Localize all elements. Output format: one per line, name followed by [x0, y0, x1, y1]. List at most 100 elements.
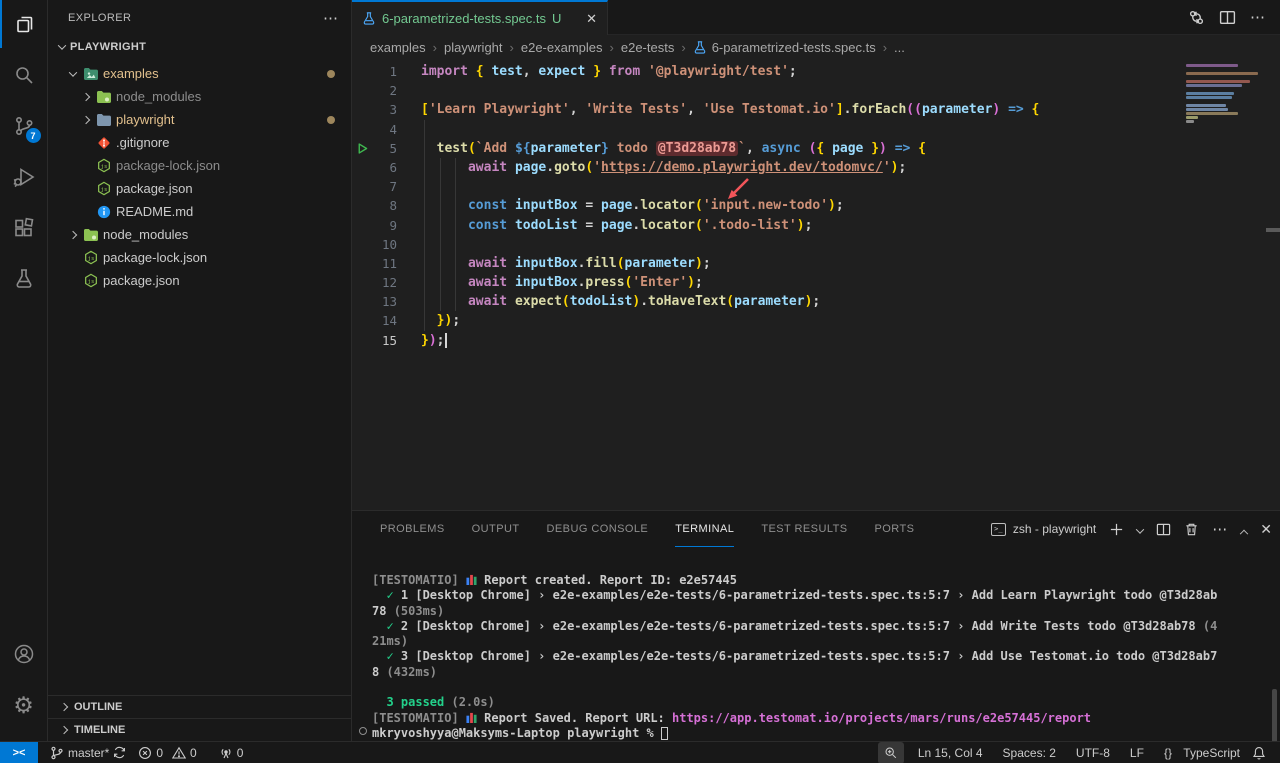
terminal-row: 21ms) — [372, 634, 1266, 649]
editor-scrollbar[interactable] — [1266, 228, 1280, 232]
run-test-icon[interactable] — [352, 139, 372, 158]
code-line-15[interactable]: 15}); — [352, 331, 1280, 350]
breadcrumb-item[interactable]: 6-parametrized-tests.spec.ts — [693, 40, 876, 55]
language-status[interactable]: {} TypeScript — [1158, 742, 1246, 763]
terminal-dropdown-icon[interactable] — [1137, 522, 1143, 537]
git-branch-status[interactable]: master* — [44, 742, 132, 763]
tree-item-package-json[interactable]: jspackage.json — [48, 177, 351, 200]
code-line-4[interactable]: 4 — [352, 120, 1280, 139]
zoom-status[interactable] — [878, 742, 904, 763]
outline-section[interactable]: OUTLINE — [48, 695, 351, 718]
broadcast-icon — [219, 746, 233, 760]
code-line-2[interactable]: 2 — [352, 81, 1280, 100]
ports-status[interactable]: 0 — [213, 742, 250, 763]
maximize-panel-icon[interactable] — [1241, 522, 1247, 537]
split-terminal-icon[interactable] — [1156, 522, 1171, 537]
testomatio-chart-icon — [466, 711, 477, 725]
kill-terminal-icon[interactable] — [1184, 522, 1199, 537]
minimap[interactable] — [1186, 64, 1262, 124]
code-line-14[interactable]: 14 }); — [352, 311, 1280, 330]
encoding-status[interactable]: UTF-8 — [1070, 742, 1116, 763]
code-line-5[interactable]: 5 test(`Add ${parameter} todo @T3d28ab78… — [352, 139, 1280, 158]
explorer-icon[interactable] — [0, 0, 48, 48]
terminal-output[interactable]: [TESTOMATIO] Report created. Report ID: … — [372, 573, 1266, 741]
line-number: 15 — [372, 331, 397, 350]
code-line-9[interactable]: 9 const todoList = page.locator('.todo-l… — [352, 216, 1280, 235]
code-line-8[interactable]: 8 const inputBox = page.locator('input.n… — [352, 196, 1280, 215]
settings-gear-icon[interactable]: ⚙ — [0, 681, 48, 729]
source-control-graph-icon[interactable] — [1188, 9, 1205, 26]
command-decoration-icon[interactable] — [359, 727, 367, 735]
panel-tab-output[interactable]: OUTPUT — [472, 511, 520, 547]
code-line-12[interactable]: 12 await inputBox.press('Enter'); — [352, 273, 1280, 292]
cursor-position-status[interactable]: Ln 15, Col 4 — [912, 742, 989, 763]
testing-icon[interactable] — [0, 255, 48, 303]
explorer-more-actions-icon[interactable]: ⋯ — [323, 9, 339, 27]
tree-item-label: examples — [103, 66, 159, 81]
source-control-icon[interactable]: 7 — [0, 102, 48, 150]
extensions-icon[interactable] — [0, 204, 48, 252]
new-terminal-icon[interactable] — [1109, 522, 1124, 537]
svg-text:js: js — [101, 187, 108, 193]
tree-item-playwright[interactable]: playwright — [48, 108, 351, 131]
tree-item-package-lock-json[interactable]: jspackage-lock.json — [48, 246, 351, 269]
bottom-panel: PROBLEMS OUTPUT DEBUG CONSOLE TERMINAL TEST … — [352, 510, 1280, 741]
tree-item-label: package.json — [103, 273, 180, 288]
panel-tab-terminal[interactable]: TERMINAL — [675, 511, 734, 547]
terminal-cursor — [661, 727, 668, 740]
tree-item-package-json[interactable]: jspackage.json — [48, 269, 351, 292]
notifications-bell-icon[interactable] — [1246, 742, 1272, 763]
tree-item-readme-md[interactable]: README.md — [48, 200, 351, 223]
breadcrumb-item[interactable]: playwright — [444, 40, 503, 55]
code-line-6[interactable]: 6 await page.goto('https://demo.playwrig… — [352, 158, 1280, 177]
close-tab-icon[interactable]: ✕ — [586, 11, 597, 27]
panel-tab-debug-console[interactable]: DEBUG CONSOLE — [547, 511, 649, 547]
report-url-link[interactable]: https://app.testomat.io/projects/mars/ru… — [672, 711, 1091, 725]
remote-indicator[interactable]: >< — [0, 742, 38, 763]
code-line-3[interactable]: 3['Learn Playwright', 'Write Tests', 'Us… — [352, 100, 1280, 119]
eol-status[interactable]: LF — [1124, 742, 1150, 763]
terminal-row: 3 passed (2.0s) — [372, 695, 1266, 710]
folder-ex-icon — [81, 67, 101, 81]
tree-item-package-lock-json[interactable]: jspackage-lock.json — [48, 154, 351, 177]
tab-spec-file[interactable]: 6-parametrized-tests.spec.ts U ✕ — [352, 0, 608, 35]
timeline-section[interactable]: TIMELINE — [48, 718, 351, 741]
tree-item--gitignore[interactable]: .gitignore — [48, 131, 351, 154]
tree-item-label: node_modules — [116, 89, 201, 104]
errors-icon — [138, 746, 152, 760]
code-line-10[interactable]: 10 — [352, 235, 1280, 254]
panel-tab-problems[interactable]: PROBLEMS — [380, 511, 445, 547]
code-line-11[interactable]: 11 await inputBox.fill(parameter); — [352, 254, 1280, 273]
close-panel-icon[interactable]: ✕ — [1260, 521, 1272, 538]
tree-item-node-modules[interactable]: node_modules — [48, 223, 351, 246]
panel-more-actions-icon[interactable]: ⋯ — [1212, 520, 1228, 538]
svg-text:js: js — [88, 256, 95, 262]
terminal-instance[interactable]: >_ zsh - playwright — [991, 522, 1096, 536]
indentation-status[interactable]: Spaces: 2 — [997, 742, 1062, 763]
breadcrumb: examples›playwright›e2e-examples›e2e-tes… — [352, 35, 1280, 60]
breadcrumb-item[interactable]: e2e-tests — [621, 40, 674, 55]
code-line-1[interactable]: 1import { test, expect } from '@playwrig… — [352, 62, 1280, 81]
breadcrumb-item[interactable]: ... — [894, 40, 905, 55]
tree-item-node-modules[interactable]: node_modules — [48, 85, 351, 108]
terminal-row: ✓ 1 [Desktop Chrome] › e2e-examples/e2e-… — [372, 588, 1266, 603]
code-line-7[interactable]: 7 — [352, 177, 1280, 196]
run-and-debug-icon[interactable] — [0, 153, 48, 201]
warnings-icon — [172, 746, 186, 760]
panel-tab-ports[interactable]: PORTS — [875, 511, 915, 547]
breadcrumb-item[interactable]: e2e-examples — [521, 40, 603, 55]
tree-item-label: package-lock.json — [116, 158, 220, 173]
terminal-row: ✓ 3 [Desktop Chrome] › e2e-examples/e2e-… — [372, 649, 1266, 664]
tree-item-examples[interactable]: examples — [48, 62, 351, 85]
code-editor[interactable]: 1import { test, expect } from '@playwrig… — [352, 60, 1280, 510]
workspace-section-header[interactable]: PLAYWRIGHT — [48, 35, 351, 58]
split-editor-icon[interactable] — [1219, 9, 1236, 26]
terminal-row: [TESTOMATIO] Report created. Report ID: … — [372, 573, 1266, 588]
panel-tab-test-results[interactable]: TEST RESULTS — [761, 511, 847, 547]
search-icon[interactable] — [0, 51, 48, 99]
problems-status[interactable]: 0 0 — [132, 742, 202, 763]
code-line-13[interactable]: 13 await expect(todoList).toHaveText(par… — [352, 292, 1280, 311]
breadcrumb-item[interactable]: examples — [370, 40, 426, 55]
editor-more-actions-icon[interactable]: ⋯ — [1250, 8, 1266, 26]
account-icon[interactable] — [0, 630, 48, 678]
